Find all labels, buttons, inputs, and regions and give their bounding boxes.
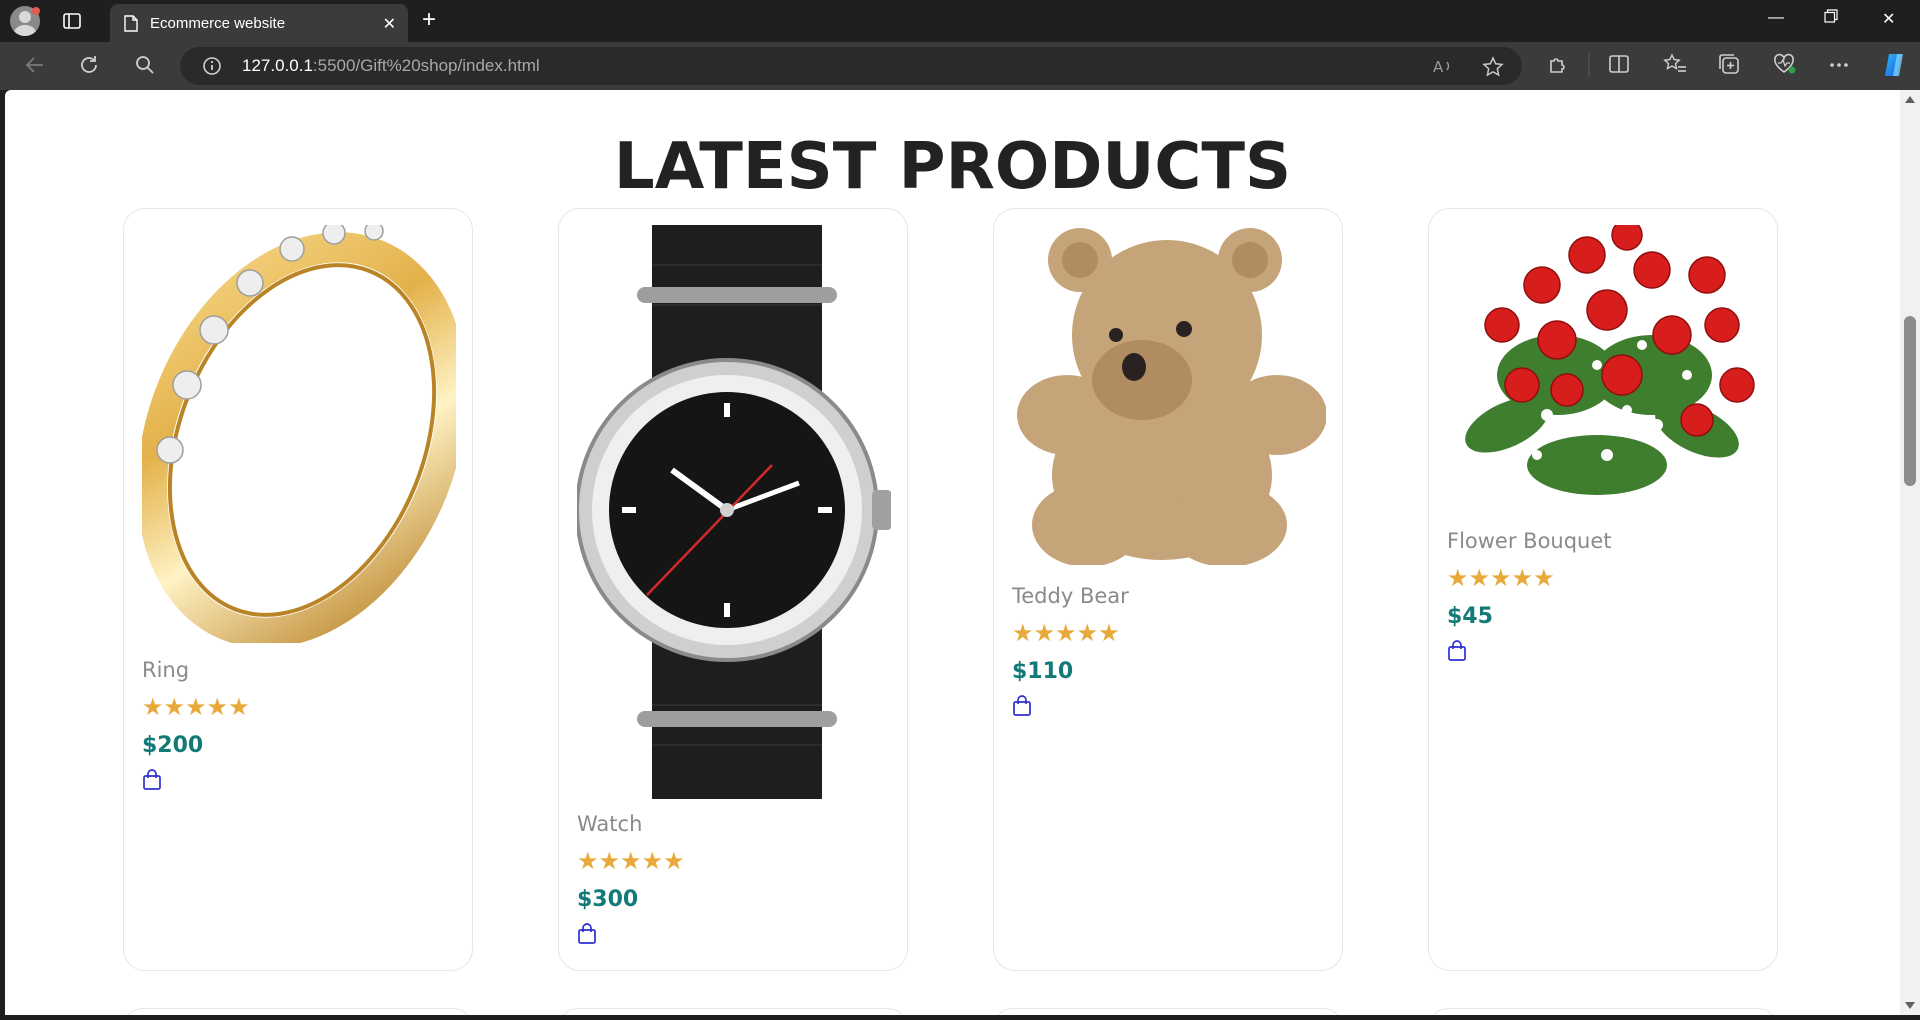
product-price: $200 xyxy=(142,733,204,758)
profile-notification-dot xyxy=(32,7,40,15)
read-aloud-icon[interactable]: A xyxy=(1432,56,1454,81)
url-host: 127.0.0.1 xyxy=(242,56,313,75)
product-card-watch[interactable]: Watch ★★★★★ $300 xyxy=(558,208,908,971)
favorites-icon[interactable] xyxy=(1663,53,1687,80)
tab-actions-icon[interactable] xyxy=(62,11,82,31)
shopping-bag-icon[interactable] xyxy=(1012,695,1032,717)
svg-text:A: A xyxy=(1433,58,1444,76)
product-card[interactable] xyxy=(123,1008,473,1015)
flower-bouquet-image[interactable] xyxy=(1447,219,1761,511)
url-text: 127.0.0.1:5500/Gift%20shop/index.html xyxy=(242,56,540,76)
ring-image[interactable] xyxy=(137,221,467,648)
favorite-star-icon[interactable] xyxy=(1482,56,1504,83)
product-card-flower-bouquet[interactable]: Flower Bouquet ★★★★★ $45 xyxy=(1428,208,1778,971)
product-card[interactable] xyxy=(1428,1008,1778,1015)
product-name[interactable]: Flower Bouquet xyxy=(1447,529,1612,553)
restore-icon[interactable] xyxy=(1824,9,1838,28)
extensions-icon[interactable] xyxy=(1547,53,1569,80)
teddy-bear-image[interactable] xyxy=(1012,225,1327,567)
browser-tab-bar: Ecommerce website ✕ + — ✕ xyxy=(0,0,1920,42)
shopping-bag-icon[interactable] xyxy=(1447,640,1467,662)
shopping-bag-icon[interactable] xyxy=(577,923,597,945)
product-price: $110 xyxy=(1012,659,1074,684)
new-tab-icon[interactable]: + xyxy=(422,8,436,32)
split-screen-icon[interactable] xyxy=(1608,53,1630,80)
url-path: :5500/Gift%20shop/index.html xyxy=(312,56,540,75)
product-card-teddy-bear[interactable]: Teddy Bear ★★★★★ $110 xyxy=(993,208,1343,971)
tab-close-icon[interactable]: ✕ xyxy=(383,14,396,34)
tab-title: Ecommerce website xyxy=(150,15,286,32)
url-field[interactable]: 127.0.0.1:5500/Gift%20shop/index.html A xyxy=(180,47,1522,85)
browser-essentials-icon[interactable] xyxy=(1773,53,1797,80)
vertical-scrollbar[interactable] xyxy=(1900,90,1920,1015)
back-icon[interactable] xyxy=(24,54,46,81)
site-info-icon[interactable] xyxy=(202,56,222,81)
product-card[interactable] xyxy=(993,1008,1343,1015)
product-price: $45 xyxy=(1447,604,1493,629)
scrollbar-thumb[interactable] xyxy=(1904,316,1916,486)
product-card[interactable] xyxy=(558,1008,908,1015)
page-favicon-icon xyxy=(124,15,138,37)
product-name[interactable]: Ring xyxy=(142,658,189,682)
product-rating-stars: ★★★★★ xyxy=(1447,565,1555,592)
window-close-icon[interactable]: ✕ xyxy=(1882,9,1895,29)
watch-image[interactable] xyxy=(575,225,892,799)
section-title: LATEST PRODUCTS xyxy=(613,130,1292,204)
product-card-ring[interactable]: Ring ★★★★★ $200 xyxy=(123,208,473,971)
scroll-up-arrow-icon[interactable] xyxy=(1905,96,1915,103)
search-icon[interactable] xyxy=(134,54,156,81)
product-name[interactable]: Teddy Bear xyxy=(1012,584,1129,608)
active-tab[interactable]: Ecommerce website ✕ xyxy=(110,4,408,42)
scroll-down-arrow-icon[interactable] xyxy=(1905,1002,1915,1009)
product-name[interactable]: Watch xyxy=(577,812,642,836)
shopping-bag-icon[interactable] xyxy=(142,769,162,791)
product-price: $300 xyxy=(577,887,639,912)
minimize-icon[interactable]: — xyxy=(1768,9,1784,27)
product-rating-stars: ★★★★★ xyxy=(1012,620,1120,647)
product-rating-stars: ★★★★★ xyxy=(142,694,250,721)
refresh-icon[interactable] xyxy=(78,54,100,81)
address-toolbar: 127.0.0.1:5500/Gift%20shop/index.html A xyxy=(0,42,1920,90)
page-viewport: LATEST PRODUCTS Ring ★★★★★ $200 Watch ★★… xyxy=(5,90,1900,1015)
collections-icon[interactable] xyxy=(1718,53,1740,80)
product-rating-stars: ★★★★★ xyxy=(577,848,685,875)
more-options-icon[interactable] xyxy=(1828,54,1850,81)
toolbar-divider xyxy=(1588,53,1590,82)
copilot-icon[interactable] xyxy=(1880,51,1908,79)
